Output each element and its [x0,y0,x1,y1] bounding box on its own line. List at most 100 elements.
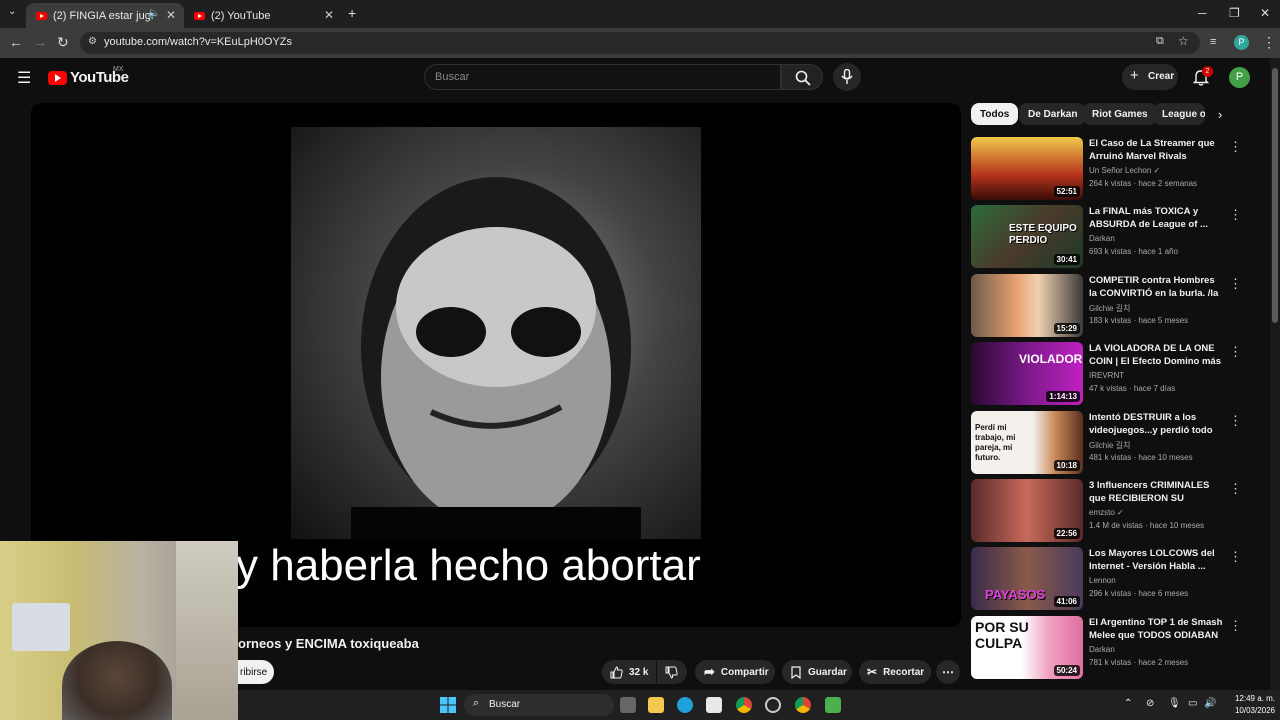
clip-button[interactable]: ✂ Recortar [859,660,931,684]
more-horizontal-icon: ⋯ [942,665,954,679]
video-menu-icon[interactable]: ⋮ [1229,276,1242,292]
tray-icon[interactable]: ⊘ [1146,698,1154,709]
video-thumbnail[interactable]: POR SU CULPA 50:24 [971,616,1083,679]
close-window-icon[interactable]: ✕ [1260,6,1270,20]
video-thumbnail[interactable]: 22:56 [971,479,1083,542]
edge-icon[interactable] [677,697,693,713]
new-tab-button[interactable]: + [348,5,356,21]
voice-search-button[interactable] [833,63,861,91]
channel-name[interactable]: Darkan [1089,234,1115,243]
channel-name[interactable]: Lennon [1089,576,1116,585]
channel-name[interactable]: Gilchie 길치 [1089,440,1130,451]
app-icon[interactable] [825,697,841,713]
video-title[interactable]: 3 Influencers CRIMINALES que RECIBIERON … [1089,479,1223,506]
page-scrollbar[interactable] [1270,58,1280,690]
video-menu-icon[interactable]: ⋮ [1229,481,1242,497]
channel-name[interactable]: Un Señor Lechon ✓ [1089,166,1160,175]
recommendation-item[interactable]: PAYASOS 41:06 Los Mayores LOLCOWS del In… [971,547,1251,611]
profile-avatar-icon[interactable]: P [1234,35,1249,50]
chip-de-darkan[interactable]: De Darkan [1019,103,1087,125]
video-title[interactable]: La FINAL más TOXICA y ABSURDA de League … [1089,205,1223,231]
video-title[interactable]: El Argentino TOP 1 de Smash Melee que TO… [1089,616,1223,642]
task-view-icon[interactable] [620,697,636,713]
clock-date: 10/03/2026 [1234,706,1275,715]
video-menu-icon[interactable]: ⋮ [1229,344,1242,360]
browser-tab-youtube[interactable]: (2) YouTube ✕ [184,3,342,28]
site-info-icon[interactable]: ⚙ [88,36,97,47]
video-thumbnail[interactable]: PAYASOS 41:06 [971,547,1083,610]
video-thumbnail[interactable]: VIOLADORA 1:14:13 [971,342,1083,405]
youtube-logo-icon[interactable] [48,71,67,85]
file-explorer-icon[interactable] [648,697,664,713]
recommendation-item[interactable]: ESTE EQUIPO PERDIO 30:41 La FINAL más TO… [971,205,1251,269]
channel-name[interactable]: Gilchie 길치 [1089,303,1130,314]
search-input[interactable]: Buscar [424,64,781,90]
store-icon[interactable] [706,697,722,713]
video-thumbnail[interactable]: Perdí mi trabajo, mi pareja, mi futuro. … [971,411,1083,474]
close-tab-icon[interactable]: ✕ [166,8,176,22]
media-controls-icon[interactable]: ≡ [1210,36,1216,48]
recommendation-item[interactable]: 22:56 3 Influencers CRIMINALES que RECIB… [971,479,1251,543]
install-icon[interactable]: ⧉ [1156,35,1164,48]
browser-menu-icon[interactable]: ⋮ [1262,34,1276,51]
share-button[interactable]: ➦ Compartir [695,660,775,684]
windows-start-icon[interactable] [440,697,456,713]
create-button[interactable]: + Crear [1122,64,1178,90]
video-title[interactable]: Intentó DESTRUIR a los videojuegos...y p… [1089,411,1223,437]
chips-next-icon[interactable]: › [1218,107,1222,122]
channel-name[interactable]: IREVRNT [1089,371,1124,380]
subscribe-button[interactable]: ribirse [238,660,274,684]
share-label: Compartir [720,666,769,678]
scrollbar-thumb[interactable] [1272,68,1278,323]
back-icon[interactable]: ← [9,34,23,50]
search-button[interactable] [781,64,823,90]
video-menu-icon[interactable]: ⋮ [1229,207,1242,223]
video-title[interactable]: COMPETIR contra Hombres la CONVIRTIÓ en … [1089,274,1223,301]
video-thumbnail[interactable]: 15:29 [971,274,1083,337]
video-menu-icon[interactable]: ⋮ [1229,618,1242,634]
channel-name[interactable]: emzsto ✓ [1089,508,1124,517]
video-title[interactable]: Los Mayores LOLCOWS del Internet - Versi… [1089,547,1223,573]
hamburger-menu-icon[interactable]: ☰ [17,68,31,88]
minimize-icon[interactable]: ─ [1198,6,1207,20]
reload-icon[interactable]: ↻ [57,34,69,51]
tray-overflow-icon[interactable]: ⌃ [1124,698,1132,709]
tab-search-icon[interactable]: ⌄ [8,6,16,17]
video-menu-icon[interactable]: ⋮ [1229,413,1242,429]
video-thumbnail[interactable]: ESTE EQUIPO PERDIO 30:41 [971,205,1083,268]
bookmark-star-icon[interactable]: ☆ [1178,34,1189,48]
obs-icon[interactable] [765,697,781,713]
video-title[interactable]: LA VIOLADORA DE LA ONE COIN | El Efecto … [1089,342,1223,369]
recommendation-item[interactable]: VIOLADORA 1:14:13 LA VIOLADORA DE LA ONE… [971,342,1251,406]
microphone-tray-icon[interactable]: 🎙 [1168,698,1181,709]
video-title[interactable]: El Caso de La Streamer que Arruinó Marve… [1089,137,1223,163]
maximize-icon[interactable]: ❐ [1229,6,1240,20]
chip-riot-games[interactable]: Riot Games [1083,103,1157,125]
save-button[interactable]: Guardar [782,660,852,684]
like-button[interactable]: 32 k [602,660,656,684]
video-thumbnail[interactable]: 52:51 [971,137,1083,200]
video-menu-icon[interactable]: ⋮ [1229,139,1242,155]
recommendation-item[interactable]: Perdí mi trabajo, mi pareja, mi futuro. … [971,411,1251,475]
recommendation-item[interactable]: 15:29 COMPETIR contra Hombres la CONVIRT… [971,274,1251,338]
recommendation-item[interactable]: POR SU CULPA 50:24 El Argentino TOP 1 de… [971,616,1251,680]
browser-tab-video[interactable]: (2) FINGIA estar jugando p 🔈 ✕ [26,3,184,28]
chip-league-of[interactable]: League of [1153,103,1205,125]
chip-todos[interactable]: Todos [971,103,1019,125]
channel-name[interactable]: Darkan [1089,645,1115,654]
taskbar-search[interactable]: ⌕ Buscar [464,694,614,716]
close-tab-icon[interactable]: ✕ [324,8,334,22]
speaker-icon[interactable]: 🔈 [148,8,160,19]
system-clock[interactable]: 12:49 a. m. 10/03/2026 [1220,693,1275,717]
volume-icon[interactable]: 🔊 [1204,698,1216,709]
network-icon[interactable]: ▭ [1188,698,1197,709]
video-menu-icon[interactable]: ⋮ [1229,549,1242,565]
chrome-profile-icon[interactable] [795,697,811,713]
recommendation-item[interactable]: 52:51 El Caso de La Streamer que Arruinó… [971,137,1251,201]
forward-icon[interactable]: → [33,34,47,50]
chrome-icon[interactable] [736,697,752,713]
more-actions-button[interactable]: ⋯ [936,660,960,684]
address-bar[interactable]: ⚙ youtube.com/watch?v=KEuLpH0OYZs ⧉ ☆ [80,32,1200,54]
dislike-button[interactable] [657,660,687,684]
account-avatar[interactable]: P [1229,67,1250,88]
